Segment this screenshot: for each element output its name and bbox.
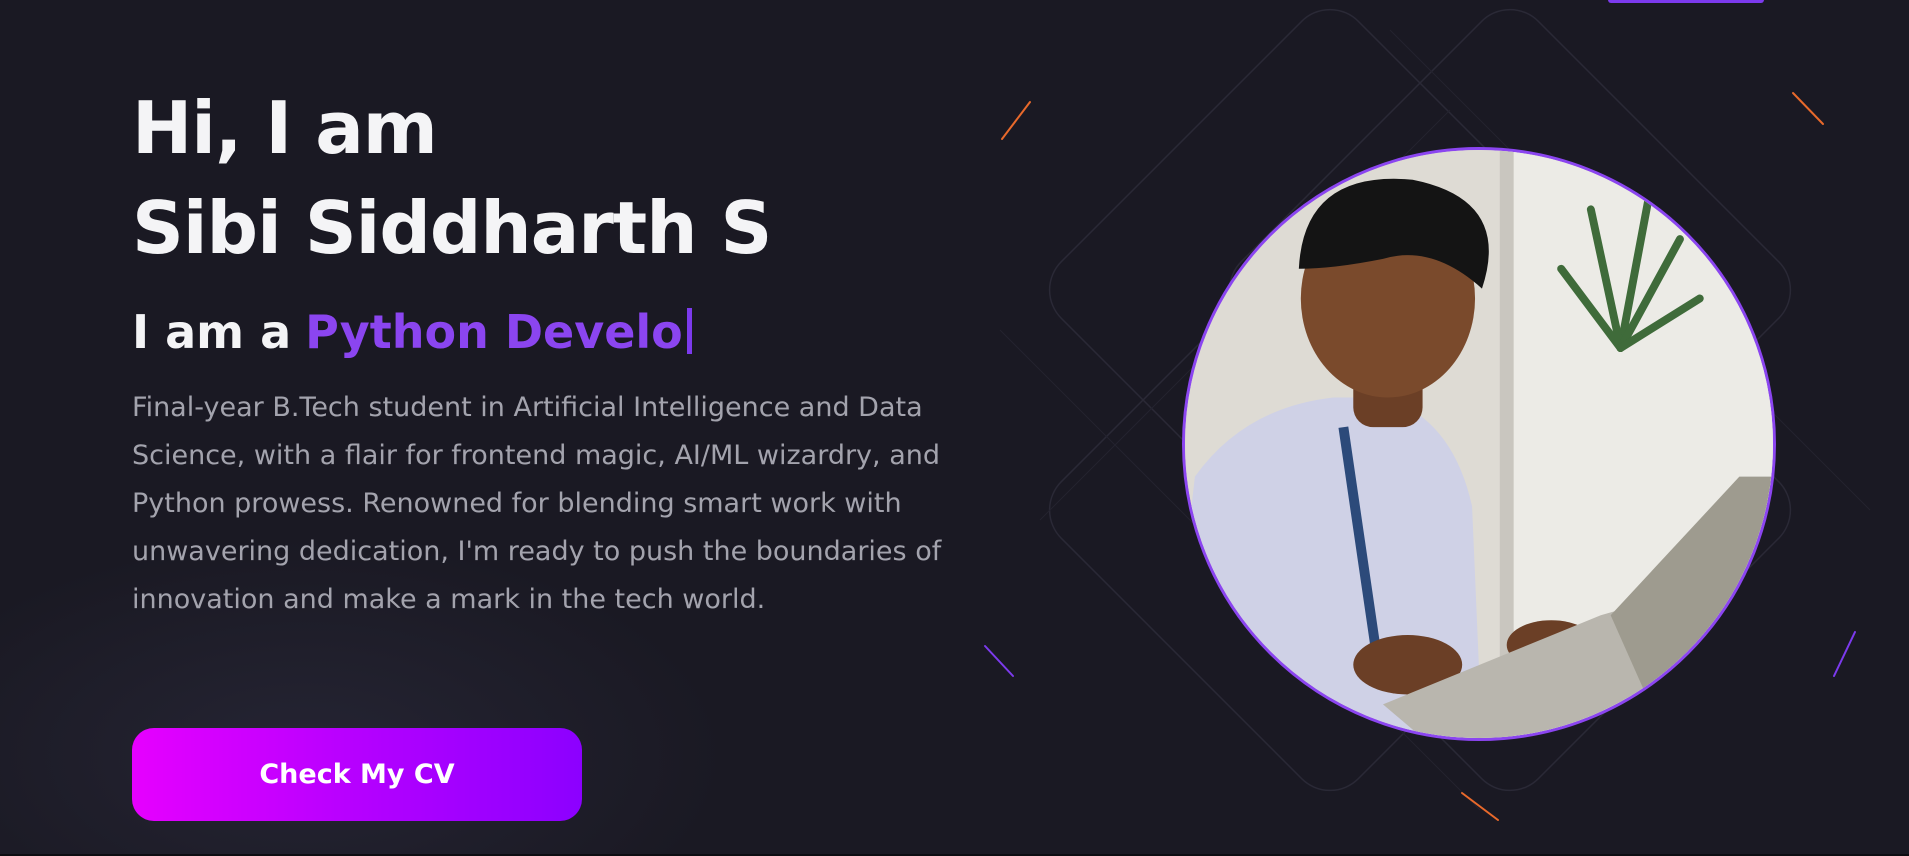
typing-caret <box>686 308 692 354</box>
profile-photo <box>1182 147 1776 741</box>
hero-bio: Final-year B.Tech student in Artificial … <box>132 392 942 615</box>
check-cv-button[interactable]: Check My CV <box>132 728 582 821</box>
profile-photo-icon <box>1185 150 1773 738</box>
role-typed-text: Python Develo <box>305 305 683 359</box>
role-line: I am a Python Develo <box>132 302 982 362</box>
hero-greeting: Hi, I am <box>132 86 438 170</box>
hero-name: Sibi Siddharth S <box>132 186 772 270</box>
role-prefix: I am a <box>132 305 292 359</box>
hero-intro: Hi, I am Sibi Siddharth S I am a Python D… <box>132 78 982 651</box>
